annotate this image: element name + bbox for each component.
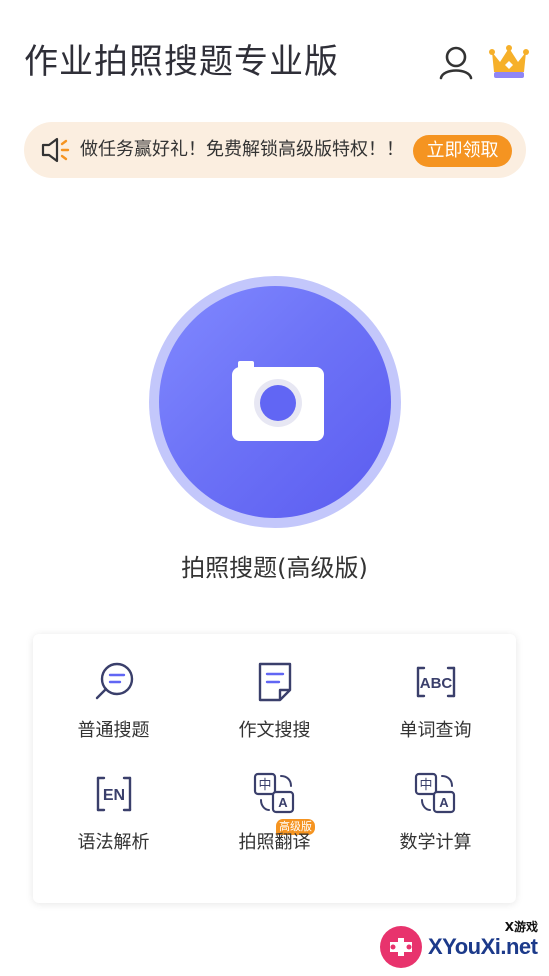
- tool-label: 语法解析: [77, 832, 150, 853]
- crown-icon: [489, 45, 529, 78]
- translate-icon: 中 A: [253, 772, 295, 814]
- promo-text: 做任务赢好礼！免费解锁高级版特权！！: [80, 139, 404, 160]
- tools-panel: 普通搜题 作文搜搜 ABC 单词查询 EN 语法解析 中 A 高级版 拍照翻译 …: [33, 634, 516, 903]
- user-icon: [439, 46, 473, 80]
- promo-banner: 做任务赢好礼！免费解锁高级版特权！！ 立即领取: [24, 122, 526, 178]
- abc-icon: ABC: [416, 666, 456, 698]
- tool-label: 数学计算: [399, 832, 472, 853]
- photo-search-button[interactable]: [149, 276, 401, 528]
- tool-label: 普通搜题: [77, 720, 150, 741]
- tool-label: 作文搜搜: [238, 720, 311, 741]
- tool-normal-search[interactable]: 普通搜题: [33, 634, 194, 746]
- app-header: 作业拍照搜题专业版: [0, 0, 549, 125]
- tool-label: 单词查询: [399, 720, 472, 741]
- photo-search-label: 拍照搜题(高级版): [181, 554, 368, 582]
- speaker-icon: [40, 135, 72, 165]
- en-icon: EN: [96, 776, 132, 812]
- camera-circle: [159, 286, 391, 518]
- claim-now-button[interactable]: 立即领取: [413, 135, 512, 167]
- chat-search-icon: [95, 662, 134, 700]
- svg-text:中: 中: [419, 778, 432, 793]
- app-title: 作业拍照搜题专业版: [24, 42, 339, 82]
- document-icon: [258, 662, 292, 702]
- tool-math-calc[interactable]: 中 A 数学计算: [355, 746, 516, 858]
- gamepad-logo-icon: [380, 926, 422, 968]
- site-watermark: X游戏 XYouXi.net: [376, 916, 546, 974]
- translate-icon: 中 A: [414, 772, 456, 814]
- watermark-brand: XYouXi.net: [428, 934, 538, 959]
- tool-word-lookup[interactable]: ABC 单词查询: [355, 634, 516, 746]
- user-profile-button[interactable]: [436, 42, 476, 82]
- svg-text:A: A: [439, 795, 449, 810]
- tool-grammar[interactable]: EN 语法解析: [33, 746, 194, 858]
- svg-text:EN: EN: [103, 787, 125, 804]
- tool-photo-translate[interactable]: 中 A 高级版 拍照翻译: [194, 746, 355, 858]
- camera-icon: [232, 361, 324, 441]
- watermark-small-text: X游戏: [504, 920, 538, 934]
- tool-label: 拍照翻译: [238, 832, 311, 853]
- svg-text:中: 中: [258, 778, 271, 793]
- svg-text:ABC: ABC: [420, 675, 453, 692]
- vip-button[interactable]: [488, 42, 530, 82]
- tool-essay-search[interactable]: 作文搜搜: [194, 634, 355, 746]
- svg-text:A: A: [278, 795, 288, 810]
